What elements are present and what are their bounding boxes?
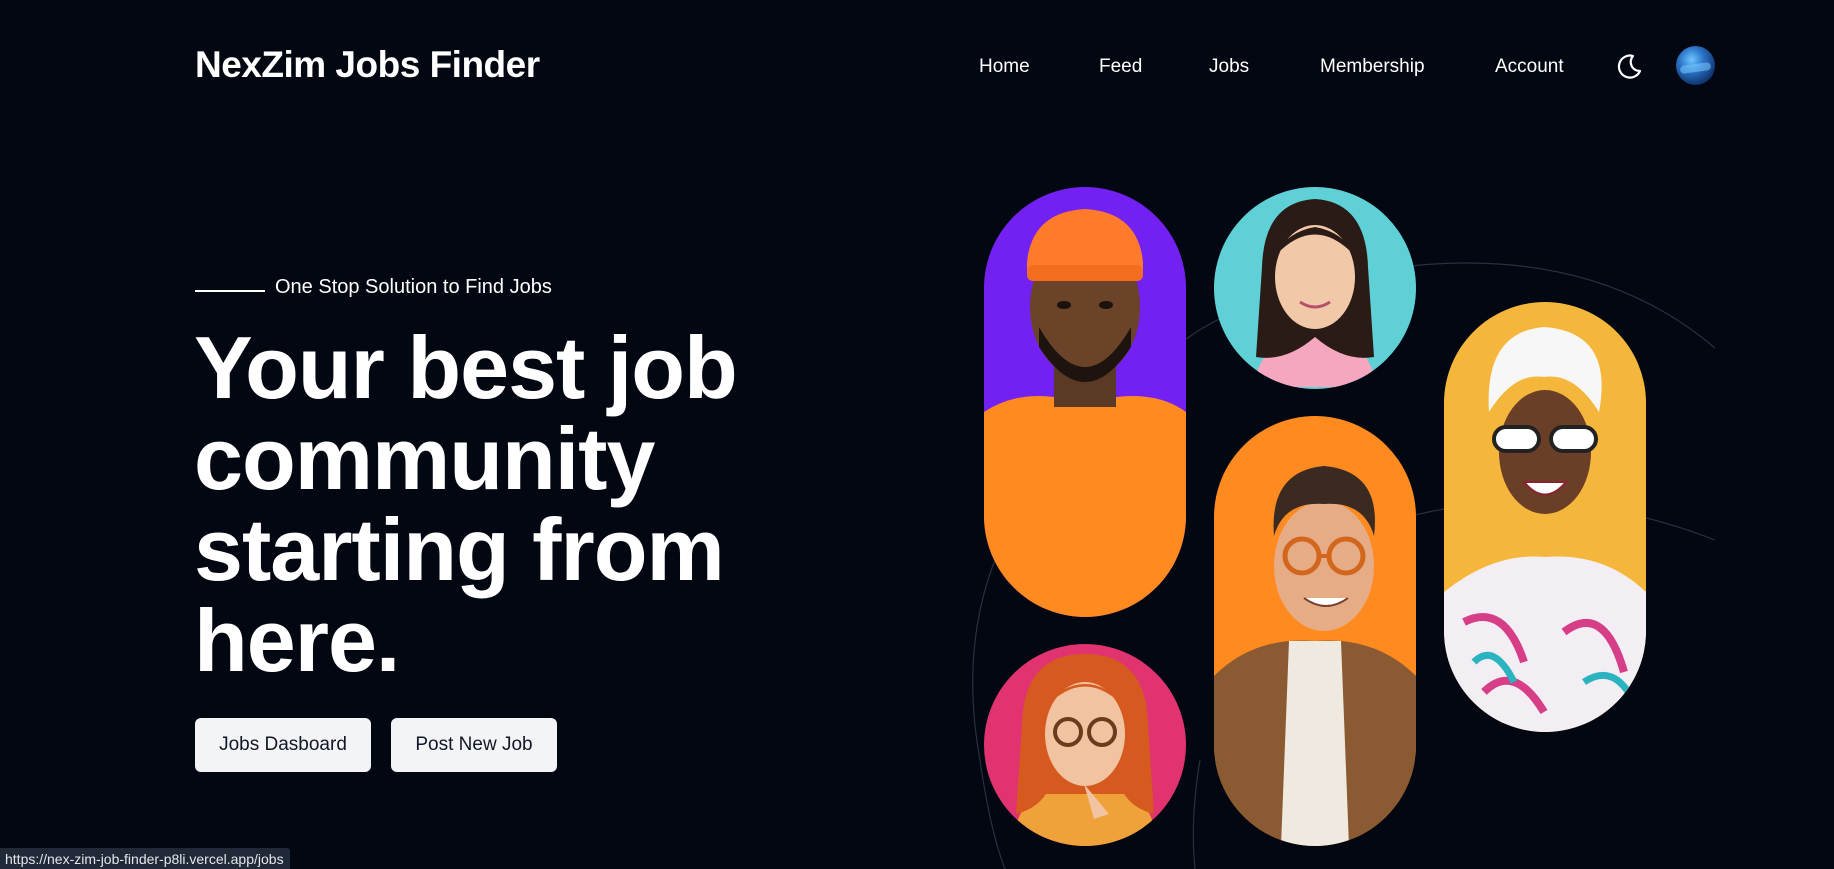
photo-man-glasses [1214, 416, 1416, 846]
landing-page: NexZim Jobs Finder Home Feed Jobs Member… [0, 0, 1834, 869]
photo-man-orange-beanie [984, 187, 1186, 617]
photo-woman-red-hair [984, 644, 1186, 846]
status-bar-url: https://nex-zim-job-finder-p8li.vercel.a… [0, 848, 290, 869]
photo-woman-teal [1214, 187, 1416, 389]
photo-woman-towel [1444, 302, 1646, 732]
